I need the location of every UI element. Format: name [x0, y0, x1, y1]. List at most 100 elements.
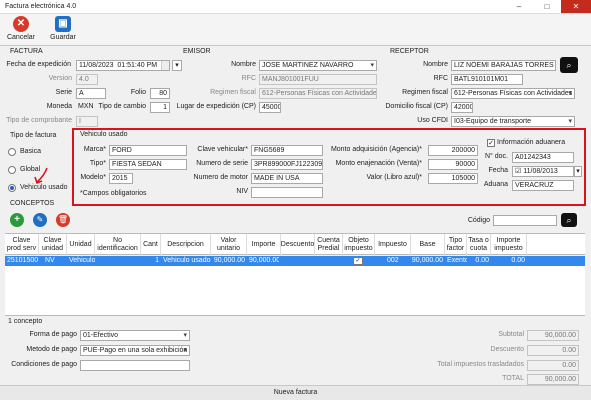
- col-cant[interactable]: Cant: [141, 234, 161, 256]
- calendar-dropdown-icon[interactable]: ▾: [574, 166, 582, 177]
- cell-cuenta-predial: [315, 256, 341, 266]
- modelo-input[interactable]: 2015: [109, 173, 133, 184]
- window-title: Factura electrónica 4.0: [5, 3, 77, 10]
- col-descripcion[interactable]: Descripcion: [161, 234, 211, 256]
- delete-concepto-button[interactable]: 🗑: [56, 213, 70, 227]
- table-row[interactable]: 25101500 NV Vehiculo 1 Vehiculo usado 90…: [5, 256, 585, 266]
- edit-concepto-button[interactable]: ✎: [33, 213, 47, 227]
- col-clave-unidad[interactable]: Clave unidad: [39, 234, 67, 256]
- trash-icon: 🗑: [57, 215, 69, 224]
- tipo-cambio-input[interactable]: 1: [150, 102, 170, 113]
- col-no-identificacion[interactable]: No identificacion: [95, 234, 141, 256]
- marca-input[interactable]: FORD: [109, 145, 187, 156]
- receptor-section-title: RECEPTOR: [390, 48, 429, 55]
- col-tasa-cuota[interactable]: Tasa o cuota: [467, 234, 491, 256]
- monto-adquisicion-input[interactable]: 200000: [428, 145, 478, 156]
- save-button[interactable]: ▣ Guardar: [45, 16, 81, 44]
- search-receptor-button[interactable]: ⌕: [560, 57, 578, 73]
- cancel-label: Cancelar: [6, 34, 35, 41]
- cell-unidad: Vehiculo: [69, 257, 95, 264]
- tipo-input[interactable]: FIESTA SEDAN: [109, 159, 187, 170]
- receptor-nombre-input[interactable]: LIZ NOEMI BARAJAS TORRES: [451, 60, 556, 71]
- radio-basica[interactable]: [8, 148, 16, 156]
- aduana-label: Aduana: [483, 181, 508, 188]
- tipo-cambio-label: Tipo de cambio: [98, 103, 146, 110]
- monto-adquisicion-label: Monto adquisición (Agencia)*: [330, 146, 422, 153]
- add-concepto-button[interactable]: +: [10, 213, 24, 227]
- fecha-expedicion-input[interactable]: 11/08/2023 01:51:40 PM: [76, 60, 170, 71]
- moneda-field[interactable]: MXN: [76, 102, 96, 113]
- monto-enajenacion-input[interactable]: 90000: [428, 159, 478, 170]
- receptor-regimen-label: Regimen fiscal: [402, 89, 448, 96]
- descuento-field: 0.00: [527, 345, 579, 356]
- receptor-rfc-input[interactable]: BATL910101M01: [451, 74, 523, 85]
- col-importe[interactable]: Importe: [247, 234, 281, 256]
- campos-obligatorios-note: *Campos obligatorios: [80, 190, 147, 197]
- tipo-comprobante-field: I: [76, 116, 98, 127]
- search-icon: ⌕: [566, 215, 572, 225]
- subtotal-field: 90,000.00: [527, 330, 579, 341]
- impuestos-trasladados-label: Total impuestos trasladados: [437, 361, 524, 368]
- spin-icon[interactable]: [161, 61, 169, 70]
- fecha-time: 01:51:40 PM: [117, 62, 158, 69]
- aduanera-label: Información aduanera: [497, 139, 566, 146]
- col-tipo-factor[interactable]: Tipo factor: [445, 234, 467, 256]
- tipo-comprobante-label: Tipo de comprobante: [6, 117, 72, 124]
- aduana-input[interactable]: VERACRUZ: [512, 180, 574, 191]
- col-clave-prod[interactable]: Clave prod serv: [5, 234, 39, 256]
- numero-motor-label: Numero de motor: [193, 174, 248, 181]
- col-importe-impuesto[interactable]: Importe impuesto: [491, 234, 527, 256]
- clave-vehicular-input[interactable]: FNG5689: [251, 145, 323, 156]
- tipo-factura-label: Tipo de factura: [10, 132, 57, 139]
- codigo-input[interactable]: [493, 215, 557, 226]
- col-objeto-impuesto[interactable]: Objeto impuesto: [343, 234, 375, 256]
- col-valor-unitario[interactable]: Valor unitario: [211, 234, 247, 256]
- radio-global[interactable]: [8, 166, 16, 174]
- forma-pago-select[interactable]: 01-Efectivo: [80, 330, 190, 341]
- close-window-button[interactable]: ✕: [561, 0, 591, 13]
- valor-libro-input[interactable]: 105000: [428, 173, 478, 184]
- calendar-icon[interactable]: ▾: [172, 60, 182, 71]
- aduana-fecha-value: 11/08/2013: [523, 168, 558, 175]
- metodo-pago-select[interactable]: PUE-Pago en una sola exhibición: [80, 345, 190, 356]
- condiciones-pago-input[interactable]: [80, 360, 190, 371]
- cell-clave-prod: 25101500: [7, 257, 39, 264]
- col-impuesto[interactable]: Impuesto: [375, 234, 411, 256]
- serie-input[interactable]: A: [76, 88, 106, 99]
- col-base[interactable]: Base: [411, 234, 445, 256]
- numero-serie-input[interactable]: 3PR899000FJ122309: [251, 159, 323, 170]
- domicilio-fiscal-input[interactable]: 42000: [451, 102, 473, 113]
- radio-basica-label: Basica: [20, 148, 42, 155]
- lugar-expedicion-input[interactable]: 45000: [259, 102, 281, 113]
- niv-input[interactable]: [251, 187, 323, 198]
- condiciones-pago-label: Condiciones de pago: [11, 361, 77, 368]
- folio-input[interactable]: 80: [150, 88, 170, 99]
- uso-cfdi-label: Uso CFDI: [417, 117, 448, 124]
- col-cuenta-predial[interactable]: Cuenta Predial: [315, 234, 343, 256]
- emisor-nombre-select[interactable]: JOSE MARTINEZ NAVARRO: [259, 60, 377, 71]
- aduanera-checkbox[interactable]: ✓: [487, 139, 495, 147]
- uso-cfdi-select[interactable]: I03-Equipo de transporte: [451, 116, 575, 127]
- total-field: 90,000.00: [527, 374, 579, 385]
- aduana-fecha-input[interactable]: ☑ 11/08/2013: [512, 166, 574, 177]
- cancel-button[interactable]: ✕ Cancelar: [3, 16, 39, 44]
- maximize-button[interactable]: □: [533, 0, 561, 13]
- codigo-search-button[interactable]: ⌕: [561, 213, 577, 227]
- numero-serie-label: Numero de serie: [196, 160, 248, 167]
- receptor-regimen-select[interactable]: 612-Personas Físicas con Actividades E: [451, 88, 575, 99]
- ndoc-input[interactable]: A01242343: [512, 152, 574, 163]
- tipo-label: Tipo*: [89, 160, 106, 167]
- radio-vehiculo-usado[interactable]: [8, 184, 16, 192]
- conceptos-grid-body[interactable]: [5, 266, 585, 316]
- cell-objeto-impuesto-checkbox[interactable]: ✓: [353, 257, 363, 265]
- cancel-icon: ✕: [13, 16, 29, 32]
- cell-importe: 90,000.00: [249, 257, 279, 264]
- numero-motor-input[interactable]: MADE IN USA: [251, 173, 323, 184]
- toolbar: ✕ Cancelar ▣ Guardar: [0, 14, 591, 46]
- col-descuento[interactable]: Descuento: [281, 234, 315, 256]
- cell-clave-unidad: NV: [45, 257, 55, 264]
- minimize-button[interactable]: –: [505, 0, 533, 13]
- arrow-annotation-icon: [34, 167, 48, 185]
- status-bar: Nueva factura: [0, 385, 591, 400]
- col-unidad[interactable]: Unidad: [67, 234, 95, 256]
